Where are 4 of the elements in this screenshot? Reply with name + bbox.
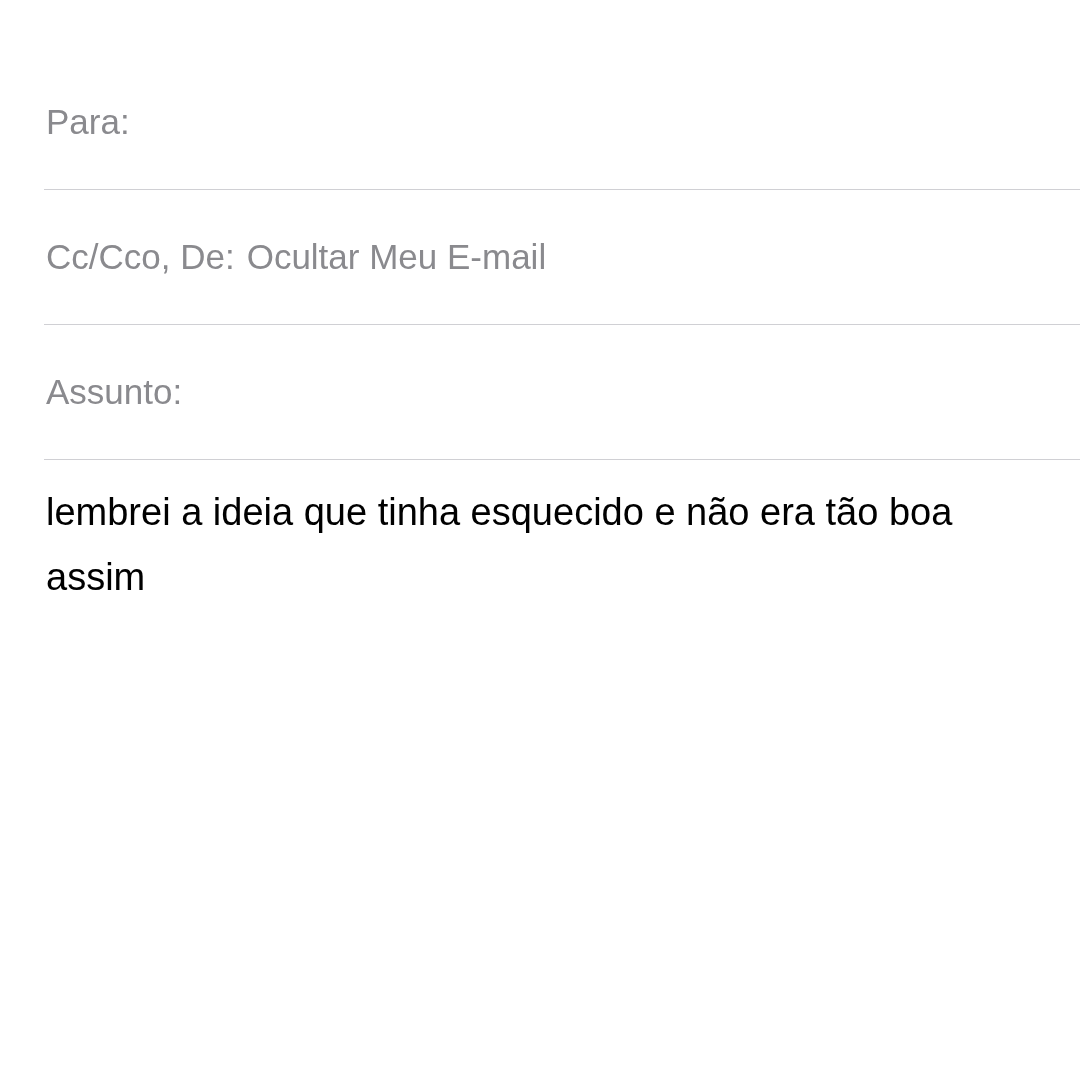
field-label: Cc/Cco, De: [46, 237, 235, 277]
field-label: Assunto: [46, 372, 183, 412]
message-body[interactable]: lembrei a ideia que tinha esquecido e não era tão boa assim [46, 480, 1036, 610]
field-label: Para: [46, 102, 130, 142]
